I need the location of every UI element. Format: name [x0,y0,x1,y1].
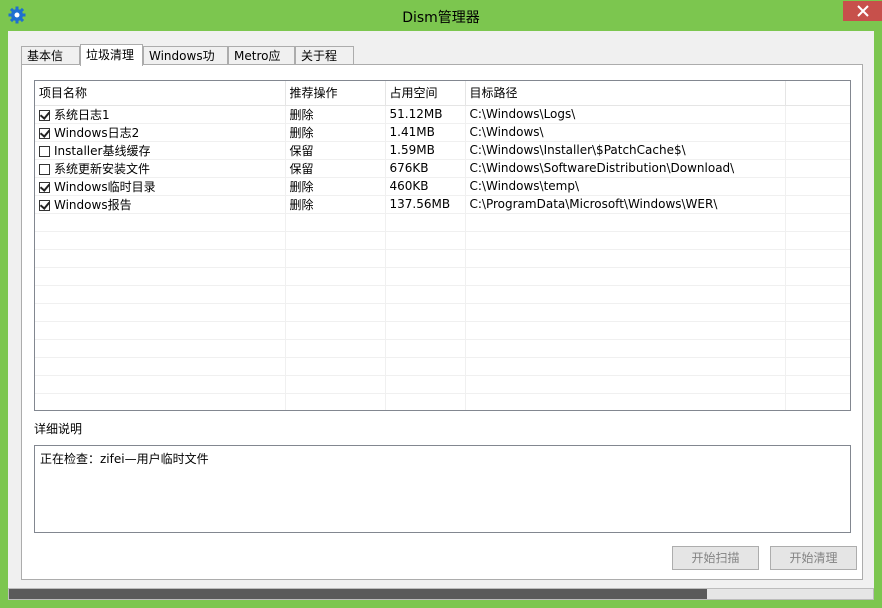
row-checkbox[interactable] [39,109,50,121]
empty-row [35,285,850,304]
tab-windows-features[interactable]: Windows功能 [143,46,228,81]
junk-table: 项目名称 推荐操作 占用空间 目标路径 系统日志1 删除 51.12MB C:\… [35,81,850,410]
item-action: 删除 [285,195,386,214]
start-clean-button[interactable]: 开始清理 [770,546,857,570]
item-path: C:\Windows\SoftwareDistribution\Download… [465,159,786,178]
item-size: 460KB [385,177,466,196]
item-name: Windows日志2 [54,125,140,140]
table-row[interactable]: Installer基线缓存 保留 1.59MB C:\Windows\Insta… [35,141,850,160]
detail-textbox[interactable]: 正在检查：zifei—用户临时文件 [34,445,851,533]
item-name: Windows临时目录 [54,179,156,194]
table-body: 系统日志1 删除 51.12MB C:\Windows\Logs\ Window… [35,105,850,410]
row-checkbox[interactable] [39,163,50,175]
item-size: 137.56MB [385,195,466,214]
empty-row [35,375,850,394]
column-header-name[interactable]: 项目名称 [35,81,286,106]
item-size: 1.41MB [385,123,466,142]
empty-row [35,213,850,232]
item-size: 51.12MB [385,105,466,124]
window-title: Dism管理器 [402,10,480,26]
item-path: C:\Windows\Logs\ [465,105,786,124]
tab-about[interactable]: 关于程序 [295,46,354,81]
item-name: Windows报告 [54,197,132,212]
item-size: 676KB [385,159,466,178]
row-checkbox[interactable] [39,181,50,193]
item-path: C:\Windows\Installer\$PatchCache$\ [465,141,786,160]
table-header-row: 项目名称 推荐操作 占用空间 目标路径 [35,81,850,106]
close-icon [856,5,869,17]
table-row[interactable]: Windows日志2 删除 1.41MB C:\Windows\ [35,123,850,142]
start-scan-button[interactable]: 开始扫描 [672,546,759,570]
close-button[interactable] [843,1,882,21]
empty-row [35,303,850,322]
item-name: 系统日志1 [54,107,110,122]
empty-row [35,321,850,340]
detail-label: 详细说明 [34,422,83,436]
empty-row [35,249,850,268]
progress-fill [9,589,708,599]
tab-junk-clean[interactable]: 垃圾清理 [80,44,143,66]
item-action: 保留 [285,141,386,160]
title-bar[interactable]: Dism管理器 [0,0,882,30]
item-path: C:\ProgramData\Microsoft\Windows\WER\ [465,195,786,214]
empty-row [35,231,850,250]
item-action: 删除 [285,105,386,124]
column-header-action[interactable]: 推荐操作 [285,81,386,106]
empty-row [35,393,850,410]
junk-list[interactable]: 项目名称 推荐操作 占用空间 目标路径 系统日志1 删除 51.12MB C:\… [34,80,851,411]
column-header-size[interactable]: 占用空间 [385,81,466,106]
column-header-filler [785,81,850,106]
column-header-path[interactable]: 目标路径 [465,81,786,106]
empty-row [35,357,850,376]
item-action: 保留 [285,159,386,178]
item-path: C:\Windows\ [465,123,786,142]
tab-basic-info[interactable]: 基本信息 [21,46,80,81]
table-row[interactable]: Windows报告 删除 137.56MB C:\ProgramData\Mic… [35,195,850,214]
row-checkbox[interactable] [39,127,50,139]
row-checkbox[interactable] [39,199,50,211]
table-row[interactable]: 系统更新安装文件 保留 676KB C:\Windows\SoftwareDis… [35,159,850,178]
client-area: 基本信息 垃圾清理 Windows功能 Metro应用 关于程序 项目名称 推荐… [8,31,874,600]
progress-bar [8,588,874,600]
item-size: 1.59MB [385,141,466,160]
table-row[interactable]: 系统日志1 删除 51.12MB C:\Windows\Logs\ [35,105,850,124]
empty-row [35,267,850,286]
item-action: 删除 [285,123,386,142]
empty-row [35,339,850,358]
tab-panel: 项目名称 推荐操作 占用空间 目标路径 系统日志1 删除 51.12MB C:\… [21,64,863,580]
table-row[interactable]: Windows临时目录 删除 460KB C:\Windows\temp\ [35,177,850,196]
item-name: Installer基线缓存 [54,143,151,158]
app-window: Dism管理器 基本信息 垃圾清理 Windows功能 Metro应用 关于程序 [0,0,882,608]
row-checkbox[interactable] [39,145,50,157]
tab-metro-apps[interactable]: Metro应用 [228,46,295,81]
item-name: 系统更新安装文件 [54,161,151,176]
item-path: C:\Windows\temp\ [465,177,786,196]
item-action: 删除 [285,177,386,196]
